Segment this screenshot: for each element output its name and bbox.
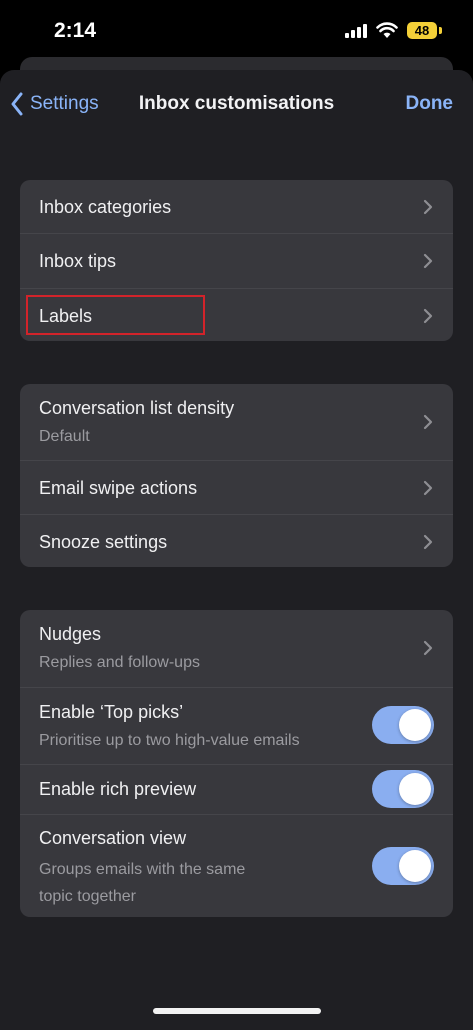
row-sublabel: Replies and follow-ups xyxy=(39,654,200,671)
conversation-view-toggle[interactable] xyxy=(372,847,434,885)
row-sublabel-line2: topic together xyxy=(39,888,136,905)
page-title: Inbox customisations xyxy=(138,93,335,114)
row-label: Conversation list density xyxy=(39,398,235,418)
chevron-right-icon xyxy=(423,414,433,430)
chevron-right-icon xyxy=(423,199,433,215)
row-label: Enable ‘Top picks’ xyxy=(39,702,184,722)
row-enable-rich-preview: Enable rich preview xyxy=(20,765,453,815)
toggle-knob xyxy=(399,773,431,805)
done-button[interactable]: Done xyxy=(406,93,454,115)
row-conversation-list-density[interactable]: Conversation list density Default xyxy=(20,384,453,461)
row-inbox-tips[interactable]: Inbox tips xyxy=(20,234,453,289)
battery-icon: 48 xyxy=(407,22,437,39)
cellular-signal-icon xyxy=(345,24,367,38)
toggle-knob xyxy=(399,850,431,882)
row-label: Enable rich preview xyxy=(39,779,197,799)
row-conversation-view: Conversation view Groups emails with the… xyxy=(20,815,453,917)
status-time: 2:14 xyxy=(54,19,97,42)
row-email-swipe-actions[interactable]: Email swipe actions xyxy=(20,461,453,515)
wifi-icon xyxy=(376,22,398,38)
home-indicator[interactable] xyxy=(153,1008,321,1014)
chevron-right-icon xyxy=(423,534,433,550)
chevron-right-icon xyxy=(423,253,433,269)
row-nudges[interactable]: Nudges Replies and follow-ups xyxy=(20,610,453,688)
battery-tip xyxy=(439,27,442,34)
row-label: Snooze settings xyxy=(39,532,168,552)
chevron-right-icon xyxy=(423,308,433,324)
features-settings-group: Nudges Replies and follow-ups Enable ‘To… xyxy=(20,610,453,917)
row-snooze-settings[interactable]: Snooze settings xyxy=(20,515,453,567)
list-settings-group: Conversation list density Default Email … xyxy=(20,384,453,567)
navigation-bar: Settings Inbox customisations Done xyxy=(0,82,473,126)
chevron-right-icon xyxy=(423,640,433,656)
top-picks-toggle[interactable] xyxy=(372,706,434,744)
row-sublabel: Default xyxy=(39,428,90,445)
row-inbox-categories[interactable]: Inbox categories xyxy=(20,180,453,234)
toggle-knob xyxy=(399,709,431,741)
row-sublabel-line1: Groups emails with the same xyxy=(39,861,246,878)
row-label: Inbox tips xyxy=(39,251,117,271)
status-bar: 2:14 48 xyxy=(0,0,473,60)
row-enable-top-picks: Enable ‘Top picks’ Prioritise up to two … xyxy=(20,688,453,765)
labels-highlight-box xyxy=(26,295,205,335)
row-label: Email swipe actions xyxy=(39,478,198,498)
row-label: Nudges xyxy=(39,624,102,644)
row-label: Conversation view xyxy=(39,828,187,848)
row-sublabel: Prioritise up to two high-value emails xyxy=(39,732,300,749)
row-label: Inbox categories xyxy=(39,197,172,217)
rich-preview-toggle[interactable] xyxy=(372,770,434,808)
chevron-right-icon xyxy=(423,480,433,496)
